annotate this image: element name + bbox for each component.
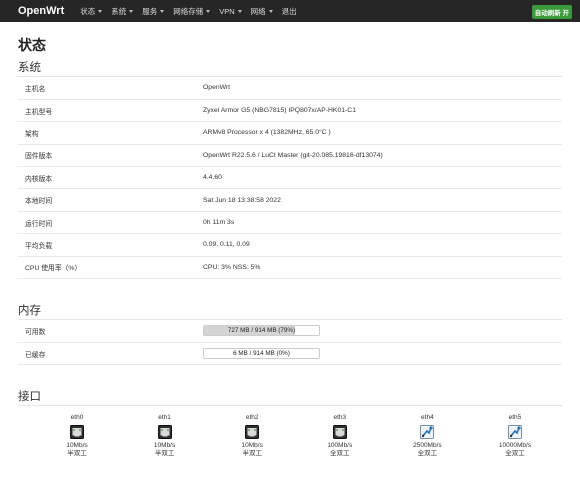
port-duplex: 半双工 xyxy=(242,450,262,458)
ethernet-port-icon xyxy=(332,424,347,439)
nav-network[interactable]: 网络 xyxy=(251,6,273,17)
interface-port: eth1 10Mb/s 半双工 xyxy=(140,414,190,459)
row-key: 本地时间 xyxy=(18,188,197,212)
row-key: 主机名 xyxy=(18,77,197,100)
nav-logout[interactable]: 退出 xyxy=(282,6,297,17)
interface-port: eth3 100Mb/s 全双工 xyxy=(315,414,365,459)
row-key: 运行时间 xyxy=(18,211,197,235)
row-value: Zyxel Armor G5 (NBG7815) IPQ807x/AP-HK01… xyxy=(197,99,562,123)
port-duplex: 半双工 xyxy=(67,450,87,458)
interface-port: eth5 10000Mb/s 全双工 xyxy=(490,414,540,459)
row-value: 0h 11m 3s xyxy=(197,211,562,235)
progress-label: 6 MB / 914 MB (0%) xyxy=(233,350,290,358)
table-row: 已缓存 6 MB / 914 MB (0%) xyxy=(18,342,562,366)
nav-label: 状态 xyxy=(80,6,96,16)
auto-refresh-toggle[interactable]: 自动刷新 开 xyxy=(531,5,572,19)
interface-port: eth0 10Mb/s 半双工 xyxy=(52,414,102,459)
table-row: 固件版本 OpenWrt R22.5.6 / LuCI Master (git-2… xyxy=(18,144,562,168)
port-name: eth3 xyxy=(333,414,347,422)
port-duplex: 半双工 xyxy=(154,450,175,458)
brand-logo[interactable]: OpenWrt xyxy=(18,5,64,17)
row-key: CPU 使用率（%） xyxy=(18,256,197,280)
main-content: 状态 系统 主机名 OpenWrt 主机型号 Zyxel Armor G5 (NBG7… xyxy=(0,36,580,459)
nav-nas[interactable]: 网络存储 xyxy=(173,6,211,17)
port-duplex: 全双工 xyxy=(505,450,525,458)
section-title-system: 系统 xyxy=(18,61,562,77)
table-row: 架构 ARMv8 Processor x 4 (1382MHz, 65.0°C ) xyxy=(18,121,562,145)
row-value: 4.4.60 xyxy=(197,166,562,190)
ethernet-port-icon xyxy=(245,424,260,439)
port-duplex: 全双工 xyxy=(417,450,438,458)
nav-system[interactable]: 系统 xyxy=(111,6,134,17)
port-duplex: 全双工 xyxy=(330,450,350,458)
row-key: 平均负载 xyxy=(18,233,197,257)
interfaces-section: 接口 eth0 10Mb/s 半双工 eth1 10Mb/s 半双工 eth2 10Mb/s 半… xyxy=(18,390,562,459)
nav-vpn[interactable]: VPN xyxy=(219,6,242,16)
chevron-down-icon xyxy=(160,9,165,13)
memory-progress-bar: 727 MB / 914 MB (79%) xyxy=(203,325,320,337)
memory-section: 内存 可用数 727 MB / 914 MB (79%) 已缓存 6 MB / 914… xyxy=(18,304,562,366)
row-key: 固件版本 xyxy=(18,144,197,168)
nav-label: VPN xyxy=(219,6,235,16)
ethernet-port-icon xyxy=(70,424,84,439)
chevron-down-icon xyxy=(237,9,242,13)
table-row: 平均负载 0.09, 0.11, 0.09 xyxy=(18,233,562,257)
table-row: 主机型号 Zyxel Armor G5 (NBG7815) IPQ807x/AP-… xyxy=(18,99,562,123)
memory-progress-bar: 6 MB / 914 MB (0%) xyxy=(203,348,320,360)
nav-label: 服务 xyxy=(142,6,158,16)
port-list: eth0 10Mb/s 半双工 eth1 10Mb/s 半双工 eth2 10Mb/s 半双工 e… xyxy=(18,414,562,459)
table-row: 可用数 727 MB / 914 MB (79%) xyxy=(18,320,562,343)
row-value: ARMv8 Processor x 4 (1382MHz, 65.0°C ) xyxy=(197,121,562,145)
nav-services[interactable]: 服务 xyxy=(142,6,165,17)
row-value: Sat Jun 18 13:38:58 2022 xyxy=(197,188,562,212)
chevron-down-icon xyxy=(98,9,103,13)
fiber-port-icon xyxy=(420,424,435,439)
top-navbar: OpenWrt 状态 系统 服务 网络存储 VPN 网络 退出 自动刷新 开 xyxy=(0,0,580,22)
table-row: CPU 使用率（%） CPU: 3% NSS: 5% xyxy=(18,256,562,280)
table-row: 运行时间 0h 11m 3s xyxy=(18,211,562,235)
memory-table: 可用数 727 MB / 914 MB (79%) 已缓存 6 MB / 914 MB… xyxy=(18,320,562,366)
interface-port: eth2 10Mb/s 半双工 xyxy=(227,414,277,459)
interface-port: eth4 2500Mb/s 全双工 xyxy=(402,414,452,459)
chevron-down-icon xyxy=(129,9,134,13)
row-value: 727 MB / 914 MB (79%) xyxy=(197,320,562,343)
port-name: eth5 xyxy=(508,414,522,422)
row-value: OpenWrt R22.5.6 / LuCI Master (git-20.08… xyxy=(197,144,562,168)
ethernet-port-icon xyxy=(157,424,172,439)
port-name: eth1 xyxy=(158,414,171,422)
table-row: 本地时间 Sat Jun 18 13:38:58 2022 xyxy=(18,188,562,212)
system-table: 主机名 OpenWrt 主机型号 Zyxel Armor G5 (NBG7815) I… xyxy=(18,77,562,280)
row-key: 架构 xyxy=(18,121,197,145)
section-title-interfaces: 接口 xyxy=(18,390,562,407)
system-section: 系统 主机名 OpenWrt 主机型号 Zyxel Armor G5 (NBG7815… xyxy=(18,61,562,280)
row-value: 0.09, 0.11, 0.09 xyxy=(197,233,562,257)
row-key: 主机型号 xyxy=(18,99,197,123)
chevron-down-icon xyxy=(268,9,273,13)
page-title: 状态 xyxy=(18,37,46,53)
row-key: 内核版本 xyxy=(18,166,197,190)
nav-label: 退出 xyxy=(281,6,297,16)
port-name: eth4 xyxy=(421,414,434,422)
row-key: 已缓存 xyxy=(18,342,197,366)
table-row: 内核版本 4.4.60 xyxy=(18,166,562,190)
row-key: 可用数 xyxy=(18,320,197,343)
row-value: 6 MB / 914 MB (0%) xyxy=(197,342,562,366)
nav-status[interactable]: 状态 xyxy=(80,6,103,17)
table-row: 主机名 OpenWrt xyxy=(18,77,562,100)
row-value: CPU: 3% NSS: 5% xyxy=(197,256,562,280)
nav-label: 网络 xyxy=(250,6,266,16)
port-name: eth0 xyxy=(70,414,84,422)
port-name: eth2 xyxy=(245,414,259,422)
nav-label: 系统 xyxy=(111,6,127,16)
row-value: OpenWrt xyxy=(197,77,562,100)
nav-label: 网络存储 xyxy=(173,6,204,16)
fiber-port-icon xyxy=(507,424,522,439)
section-title-memory: 内存 xyxy=(18,304,562,321)
chevron-down-icon xyxy=(206,9,211,13)
progress-label: 727 MB / 914 MB (79%) xyxy=(227,327,296,335)
